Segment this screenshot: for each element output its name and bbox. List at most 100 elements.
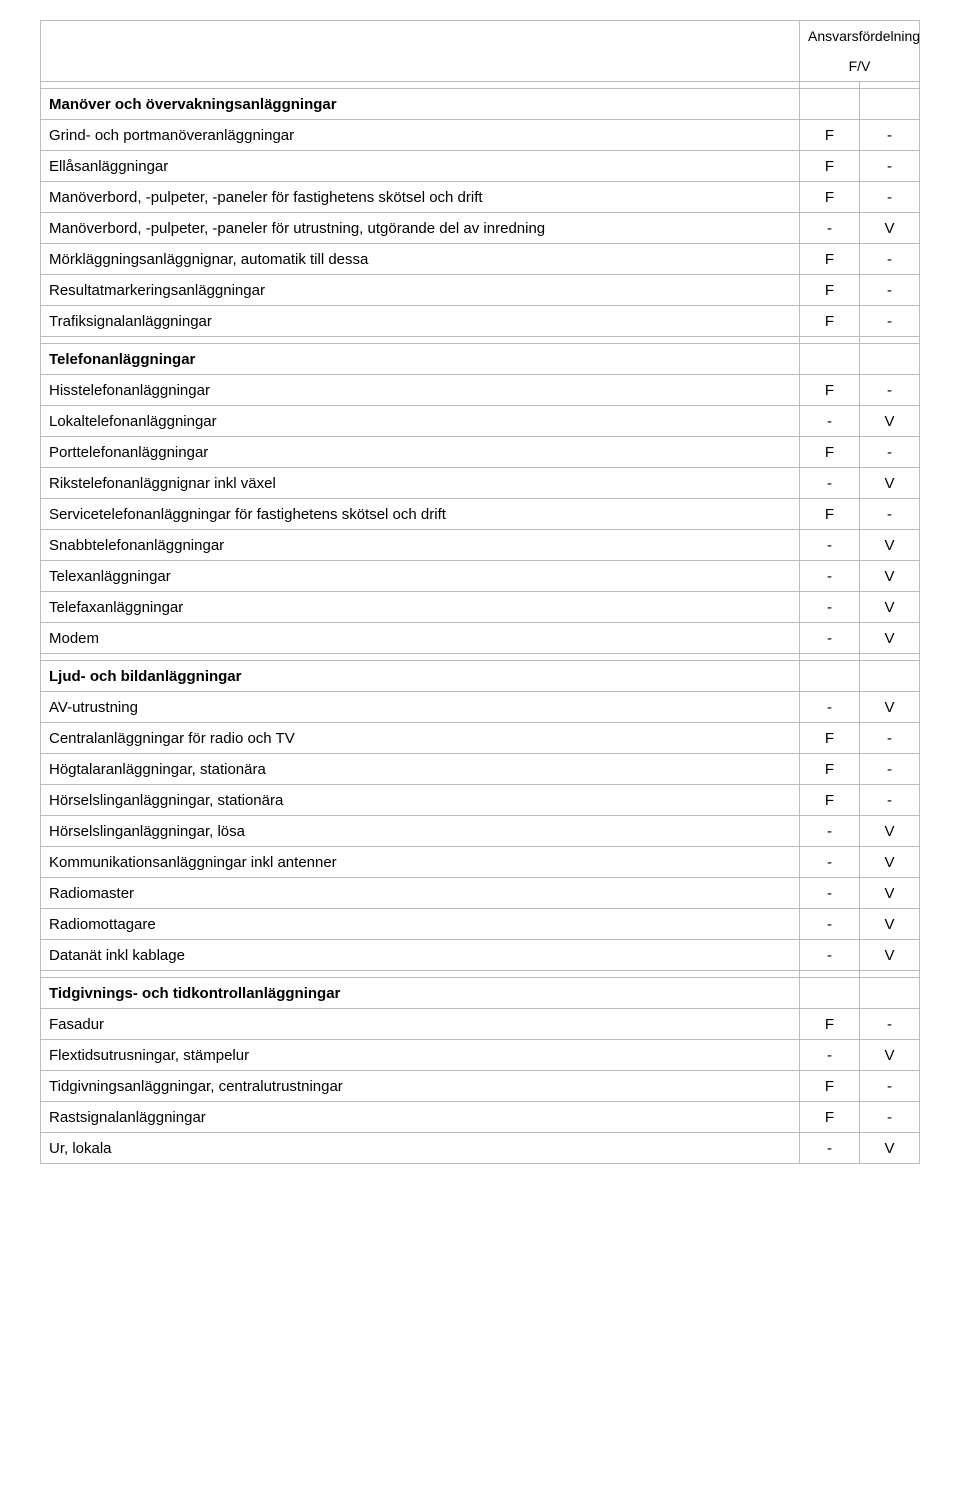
row-label: Rikstelefonanläggnignar inkl växel (41, 468, 800, 499)
row-v: - (860, 723, 920, 754)
section-heading-v (860, 978, 920, 1009)
table-row: Telefaxanläggningar-V (41, 592, 920, 623)
row-v: V (860, 1040, 920, 1071)
row-label: Servicetelefonanläggningar för fastighet… (41, 499, 800, 530)
row-f: F (800, 182, 860, 213)
table-row: Hörselslinganläggningar, stationäraF- (41, 785, 920, 816)
section-heading-row: Manöver och övervakningsanläggningar (41, 89, 920, 120)
row-label: Flextidsutrusningar, stämpelur (41, 1040, 800, 1071)
section-heading-f (800, 978, 860, 1009)
row-v: - (860, 244, 920, 275)
row-label: Telefaxanläggningar (41, 592, 800, 623)
section-heading: Manöver och övervakningsanläggningar (41, 89, 800, 120)
table-row: Flextidsutrusningar, stämpelur-V (41, 1040, 920, 1071)
row-label: Datanät inkl kablage (41, 940, 800, 971)
row-label: Hisstelefonanläggningar (41, 375, 800, 406)
row-label: Radiomaster (41, 878, 800, 909)
row-f: F (800, 1102, 860, 1133)
row-label: Hörselslinganläggningar, stationära (41, 785, 800, 816)
row-f: - (800, 406, 860, 437)
section-heading-row: Ljud- och bildanläggningar (41, 661, 920, 692)
table-row: PorttelefonanläggningarF- (41, 437, 920, 468)
row-f: - (800, 909, 860, 940)
row-label: Hörselslinganläggningar, lösa (41, 816, 800, 847)
spacer-row (41, 82, 920, 89)
section-heading: Ljud- och bildanläggningar (41, 661, 800, 692)
row-v: - (860, 306, 920, 337)
row-f: - (800, 1040, 860, 1071)
row-f: - (800, 561, 860, 592)
spacer-row (41, 971, 920, 978)
row-v: - (860, 151, 920, 182)
section-heading-v (860, 344, 920, 375)
row-v: - (860, 375, 920, 406)
row-f: - (800, 940, 860, 971)
row-label: Mörkläggningsanläggnignar, automatik til… (41, 244, 800, 275)
row-f: - (800, 213, 860, 244)
row-f: F (800, 375, 860, 406)
row-f: F (800, 244, 860, 275)
row-v: V (860, 406, 920, 437)
row-label: Tidgivningsanläggningar, centralutrustni… (41, 1071, 800, 1102)
table-row: HisstelefonanläggningarF- (41, 375, 920, 406)
row-v: - (860, 785, 920, 816)
section-heading-v (860, 89, 920, 120)
row-label: Ur, lokala (41, 1133, 800, 1164)
row-v: V (860, 592, 920, 623)
row-v: - (860, 1071, 920, 1102)
section-heading-f (800, 344, 860, 375)
row-label: Snabbtelefonanläggningar (41, 530, 800, 561)
section-heading: Tidgivnings- och tidkontrollanläggningar (41, 978, 800, 1009)
row-f: F (800, 437, 860, 468)
row-f: - (800, 592, 860, 623)
row-f: - (800, 530, 860, 561)
row-label: Manöverbord, -pulpeter, -paneler för fas… (41, 182, 800, 213)
row-f: - (800, 1133, 860, 1164)
spacer-row (41, 654, 920, 661)
responsibility-table: Ansvarsfördelning F/V Manöver och överva… (40, 20, 920, 1164)
table-row: Centralanläggningar för radio och TVF- (41, 723, 920, 754)
table-row: Hörselslinganläggningar, lösa-V (41, 816, 920, 847)
table-row: Högtalaranläggningar, stationäraF- (41, 754, 920, 785)
table-row: Telexanläggningar-V (41, 561, 920, 592)
row-f: F (800, 785, 860, 816)
row-v: V (860, 468, 920, 499)
row-v: - (860, 120, 920, 151)
row-f: - (800, 816, 860, 847)
section-heading-row: Telefonanläggningar (41, 344, 920, 375)
row-f: - (800, 623, 860, 654)
row-f: F (800, 275, 860, 306)
table-row: Tidgivningsanläggningar, centralutrustni… (41, 1071, 920, 1102)
row-v: V (860, 561, 920, 592)
row-f: F (800, 723, 860, 754)
row-v: - (860, 754, 920, 785)
spacer-row (41, 337, 920, 344)
row-label: Högtalaranläggningar, stationära (41, 754, 800, 785)
row-label: Lokaltelefonanläggningar (41, 406, 800, 437)
table-row: Modem-V (41, 623, 920, 654)
table-row: Kommunikationsanläggningar inkl antenner… (41, 847, 920, 878)
table-row: Grind- och portmanöveranläggningarF- (41, 120, 920, 151)
row-v: - (860, 182, 920, 213)
row-f: - (800, 847, 860, 878)
table-row: Lokaltelefonanläggningar-V (41, 406, 920, 437)
row-label: Porttelefonanläggningar (41, 437, 800, 468)
row-f: - (800, 878, 860, 909)
row-label: Telexanläggningar (41, 561, 800, 592)
row-f: - (800, 692, 860, 723)
table-row: EllåsanläggningarF- (41, 151, 920, 182)
row-label: Radiomottagare (41, 909, 800, 940)
row-label: Trafiksignalanläggningar (41, 306, 800, 337)
row-f: F (800, 754, 860, 785)
section-heading-row: Tidgivnings- och tidkontrollanläggningar (41, 978, 920, 1009)
table-row: FasadurF- (41, 1009, 920, 1040)
header-empty-2 (41, 51, 800, 82)
table-row: Snabbtelefonanläggningar-V (41, 530, 920, 561)
table-row: RastsignalanläggningarF- (41, 1102, 920, 1133)
header-title: Ansvarsfördelning (800, 21, 920, 52)
row-v: V (860, 940, 920, 971)
table-row: ResultatmarkeringsanläggningarF- (41, 275, 920, 306)
row-f: - (800, 468, 860, 499)
row-v: - (860, 437, 920, 468)
table-row: Manöverbord, -pulpeter, -paneler för utr… (41, 213, 920, 244)
